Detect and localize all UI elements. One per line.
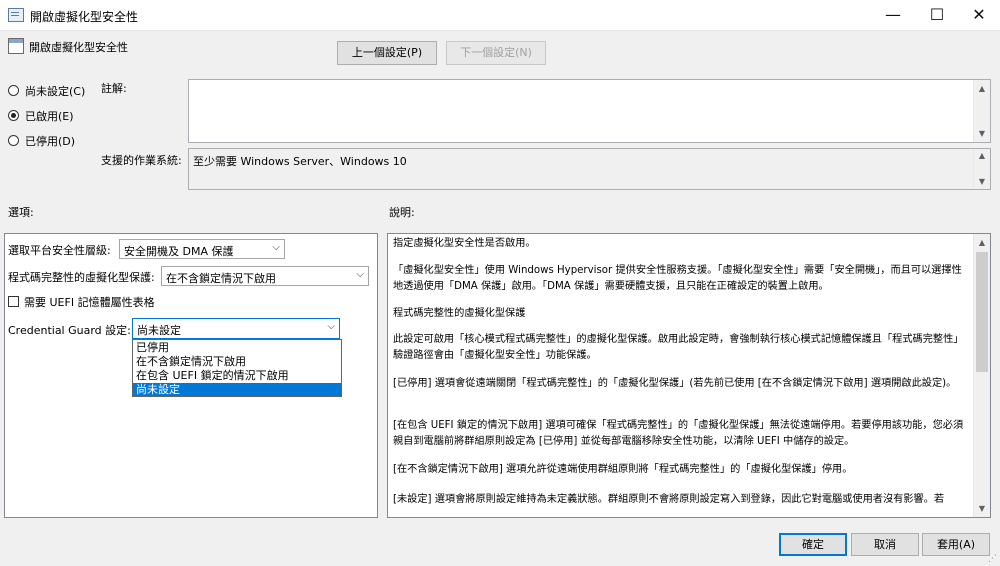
scroll-up-arrow-icon[interactable]: ▲ [974, 80, 990, 97]
platform-security-label: 選取平台安全性層級: [8, 244, 111, 257]
options-label: 選項: [8, 206, 34, 219]
resize-grip-icon[interactable]: ⋰ [988, 554, 998, 564]
help-paragraph: 此設定可啟用「核心模式程式碼完整性」的虛擬化型保護。啟用此設定時，會強制執行核心… [393, 334, 964, 361]
supported-os-scrollbar[interactable]: ▲ ▼ [973, 149, 990, 189]
disabled-radio[interactable] [8, 135, 19, 146]
help-paragraph: 「虛擬化型安全性」使用 Windows Hypervisor 提供安全性服務支援… [393, 265, 962, 292]
close-button[interactable]: ✕ [956, 0, 1000, 30]
scrollbar-thumb[interactable] [976, 252, 988, 372]
previous-setting-button[interactable]: 上一個設定(P) [337, 41, 437, 65]
help-label: 說明: [389, 206, 415, 219]
title-bar: 開啟虛擬化型安全性 — ☐ ✕ [0, 0, 1000, 31]
policy-title: 開啟虛擬化型安全性 [29, 41, 128, 54]
cg-option-disabled[interactable]: 已停用 [133, 341, 341, 354]
policy-setting-icon [8, 38, 24, 54]
chevron-down-icon: ⌵ [356, 269, 364, 280]
policy-app-icon [8, 8, 24, 22]
comment-label: 註解: [101, 82, 127, 95]
options-panel: 選取平台安全性層級: 安全開機及 DMA 保護 ⌵ 程式碼完整性的虛擬化型保護:… [4, 233, 378, 518]
supported-os-value: 至少需要 Windows Server、Windows 10 [193, 155, 407, 168]
credential-guard-options-list: 已停用 在不含鎖定情況下啟用 在包含 UEFI 鎖定的情況下啟用 尚未設定 [132, 339, 342, 397]
comment-scrollbar[interactable]: ▲ ▼ [973, 80, 990, 142]
cancel-button[interactable]: 取消 [851, 533, 919, 556]
minimize-button[interactable]: — [870, 0, 916, 30]
help-scrollbar[interactable]: ▲ ▼ [973, 234, 990, 517]
scroll-down-arrow-icon[interactable]: ▼ [974, 175, 990, 189]
cg-option-not-configured[interactable]: 尚未設定 [133, 383, 341, 396]
credential-guard-dropdown[interactable]: 尚未設定 ⌵ [132, 318, 340, 339]
supported-os-label: 支援的作業系統: [101, 154, 182, 167]
comment-textbox[interactable]: ▲ ▼ [188, 79, 991, 143]
cg-option-enabled-with-uefi-lock[interactable]: 在包含 UEFI 鎖定的情況下啟用 [133, 369, 341, 382]
chevron-down-icon: ⌵ [272, 242, 280, 253]
enabled-radio[interactable] [8, 110, 19, 121]
hvci-dropdown[interactable]: 在不含鎖定情況下啟用 ⌵ [161, 266, 369, 286]
ok-button[interactable]: 確定 [779, 533, 847, 556]
maximize-button[interactable]: ☐ [914, 0, 960, 30]
help-paragraph: 指定虛擬化型安全性是否啟用。 [393, 238, 536, 249]
not-configured-label[interactable]: 尚未設定(C) [25, 83, 85, 99]
window-title: 開啟虛擬化型安全性 [30, 10, 139, 24]
supported-os-box: 至少需要 Windows Server、Windows 10 ▲ ▼ [188, 148, 991, 190]
credential-guard-label: Credential Guard 設定: [8, 324, 131, 337]
hvci-label: 程式碼完整性的虛擬化型保護: [8, 271, 155, 284]
cg-option-enabled-without-lock[interactable]: 在不含鎖定情況下啟用 [133, 355, 341, 368]
help-panel: 指定虛擬化型安全性是否啟用。 「虛擬化型安全性」使用 Windows Hyper… [387, 233, 991, 518]
platform-security-dropdown[interactable]: 安全開機及 DMA 保護 ⌵ [119, 239, 285, 259]
help-paragraph: 程式碼完整性的虛擬化型保護 [393, 308, 526, 319]
help-paragraph: [未設定] 選項會將原則設定維持為未定義狀態。群組原則不會將原則設定寫入到登錄，… [393, 494, 945, 505]
scroll-up-arrow-icon[interactable]: ▲ [974, 234, 990, 251]
apply-button[interactable]: 套用(A) [922, 533, 990, 556]
scroll-up-arrow-icon[interactable]: ▲ [974, 149, 990, 163]
chevron-down-icon: ⌵ [327, 321, 335, 332]
not-configured-radio[interactable] [8, 85, 19, 96]
uefi-mat-label[interactable]: 需要 UEFI 記憶體屬性表格 [24, 294, 155, 310]
enabled-label[interactable]: 已啟用(E) [25, 108, 74, 124]
uefi-mat-checkbox[interactable] [8, 296, 19, 307]
next-setting-button[interactable]: 下一個設定(N) [446, 41, 546, 65]
scroll-down-arrow-icon[interactable]: ▼ [974, 125, 990, 142]
disabled-label[interactable]: 已停用(D) [25, 133, 75, 149]
scroll-down-arrow-icon[interactable]: ▼ [974, 500, 990, 517]
help-paragraph: [已停用] 選項會從遠端關閉「程式碼完整性」的「虛擬化型保護」(若先前已使用 [… [393, 378, 957, 389]
help-paragraph: [在包含 UEFI 鎖定的情況下啟用] 選項可確保「程式碼完整性」的「虛擬化型保… [393, 420, 964, 447]
help-paragraph: [在不含鎖定情況下啟用] 選項允許從遠端使用群組原則將「程式碼完整性」的「虛擬化… [393, 464, 853, 475]
